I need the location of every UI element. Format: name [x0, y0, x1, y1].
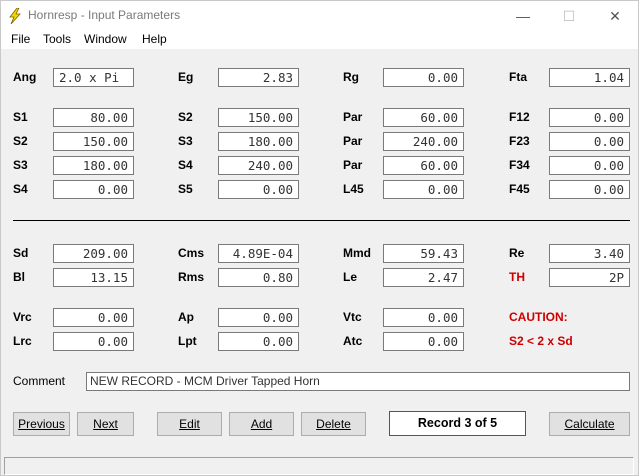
- label-th: TH: [509, 270, 525, 284]
- label-cms: Cms: [178, 246, 205, 260]
- label-lrc: Lrc: [13, 334, 32, 348]
- field-th[interactable]: 2P: [549, 268, 630, 287]
- field-le[interactable]: 2.47: [383, 268, 464, 287]
- label-vrc: Vrc: [13, 310, 32, 324]
- field-s1[interactable]: 80.00: [53, 108, 134, 127]
- next-button[interactable]: Next: [77, 412, 134, 436]
- field-cms[interactable]: 4.89E-04: [218, 244, 299, 263]
- label-bl: Bl: [13, 270, 25, 284]
- label-mmd: Mmd: [343, 246, 371, 260]
- field-ang[interactable]: 2.0 x Pi: [53, 68, 134, 87]
- field-vtc[interactable]: 0.00: [383, 308, 464, 327]
- label-vtc: Vtc: [343, 310, 362, 324]
- label-atc: Atc: [343, 334, 363, 348]
- label-re: Re: [509, 246, 525, 260]
- field-s5[interactable]: 0.00: [218, 180, 299, 199]
- menu-file[interactable]: File: [11, 32, 30, 46]
- menu-help[interactable]: Help: [142, 32, 167, 46]
- record-indicator: Record 3 of 5: [389, 411, 526, 436]
- field-atc[interactable]: 0.00: [383, 332, 464, 351]
- field-mmd[interactable]: 59.43: [383, 244, 464, 263]
- field-re[interactable]: 3.40: [549, 244, 630, 263]
- field-rg[interactable]: 0.00: [383, 68, 464, 87]
- field-fta[interactable]: 1.04: [549, 68, 630, 87]
- field-f23[interactable]: 0.00: [549, 132, 630, 151]
- caution-title: CAUTION:: [509, 310, 568, 324]
- field-s2-b[interactable]: 150.00: [53, 132, 134, 151]
- field-s3-b[interactable]: 180.00: [53, 156, 134, 175]
- label-s4: S4: [178, 158, 193, 172]
- label-par-3: Par: [343, 158, 363, 172]
- label-rms: Rms: [178, 270, 205, 284]
- field-ap[interactable]: 0.00: [218, 308, 299, 327]
- field-par-3[interactable]: 60.00: [383, 156, 464, 175]
- field-par-1[interactable]: 60.00: [383, 108, 464, 127]
- field-l45[interactable]: 0.00: [383, 180, 464, 199]
- label-s2-b: S2: [13, 134, 28, 148]
- maximize-button[interactable]: ☐: [546, 1, 592, 31]
- calculate-button[interactable]: Calculate: [549, 412, 630, 436]
- status-bar: [4, 457, 634, 475]
- label-lpt: Lpt: [178, 334, 197, 348]
- caution-message: S2 < 2 x Sd: [509, 334, 573, 348]
- field-bl[interactable]: 13.15: [53, 268, 134, 287]
- previous-button[interactable]: Previous: [13, 412, 70, 436]
- title-bar: Hornresp - Input Parameters — ☐ ✕: [1, 1, 638, 31]
- lightning-bolt-icon: [9, 8, 21, 24]
- field-f45[interactable]: 0.00: [549, 180, 630, 199]
- minimize-button[interactable]: —: [500, 1, 546, 31]
- label-f34: F34: [509, 158, 530, 172]
- field-f34[interactable]: 0.00: [549, 156, 630, 175]
- label-sd: Sd: [13, 246, 29, 260]
- field-f12[interactable]: 0.00: [549, 108, 630, 127]
- field-par-2[interactable]: 240.00: [383, 132, 464, 151]
- menu-window[interactable]: Window: [84, 32, 127, 46]
- label-s2: S2: [178, 110, 193, 124]
- label-par-2: Par: [343, 134, 363, 148]
- label-f12: F12: [509, 110, 530, 124]
- field-eg[interactable]: 2.83: [218, 68, 299, 87]
- label-eg: Eg: [178, 70, 194, 84]
- label-comment: Comment: [13, 374, 66, 388]
- label-s1: S1: [13, 110, 28, 124]
- label-f23: F23: [509, 134, 530, 148]
- comment-field[interactable]: NEW RECORD - MCM Driver Tapped Horn: [86, 372, 630, 391]
- edit-button[interactable]: Edit: [157, 412, 222, 436]
- hornresp-window: Hornresp - Input Parameters — ☐ ✕ File T…: [0, 0, 639, 476]
- close-button[interactable]: ✕: [592, 1, 638, 31]
- label-fta: Fta: [509, 70, 527, 84]
- label-ap: Ap: [178, 310, 194, 324]
- label-le: Le: [343, 270, 358, 284]
- field-lpt[interactable]: 0.00: [218, 332, 299, 351]
- window-title: Hornresp - Input Parameters: [28, 8, 181, 22]
- add-button[interactable]: Add: [229, 412, 294, 436]
- field-s4-b[interactable]: 0.00: [53, 180, 134, 199]
- section-divider: [13, 220, 630, 221]
- field-s4[interactable]: 240.00: [218, 156, 299, 175]
- label-rg: Rg: [343, 70, 359, 84]
- field-s3[interactable]: 180.00: [218, 132, 299, 151]
- label-s3-b: S3: [13, 158, 28, 172]
- field-s2[interactable]: 150.00: [218, 108, 299, 127]
- label-s3: S3: [178, 134, 193, 148]
- label-l45: L45: [343, 182, 364, 196]
- label-s4-b: S4: [13, 182, 28, 196]
- label-s5: S5: [178, 182, 193, 196]
- menu-bar: File Tools Window Help: [1, 31, 638, 49]
- label-ang: Ang: [13, 70, 37, 84]
- label-f45: F45: [509, 182, 530, 196]
- field-sd[interactable]: 209.00: [53, 244, 134, 263]
- label-par-1: Par: [343, 110, 363, 124]
- delete-button[interactable]: Delete: [301, 412, 366, 436]
- field-rms[interactable]: 0.80: [218, 268, 299, 287]
- field-vrc[interactable]: 0.00: [53, 308, 134, 327]
- menu-tools[interactable]: Tools: [43, 32, 71, 46]
- field-lrc[interactable]: 0.00: [53, 332, 134, 351]
